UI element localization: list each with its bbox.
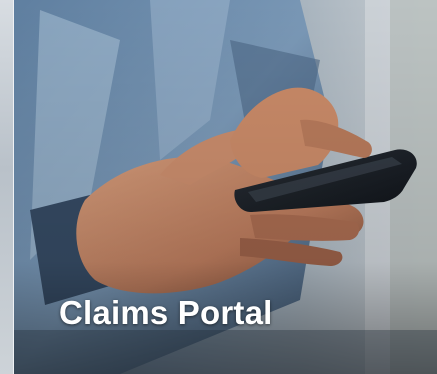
claims-portal-banner[interactable]: Claims Portal [0,0,437,374]
left-edge-strip [0,0,14,374]
banner-title[interactable]: Claims Portal [59,296,273,329]
